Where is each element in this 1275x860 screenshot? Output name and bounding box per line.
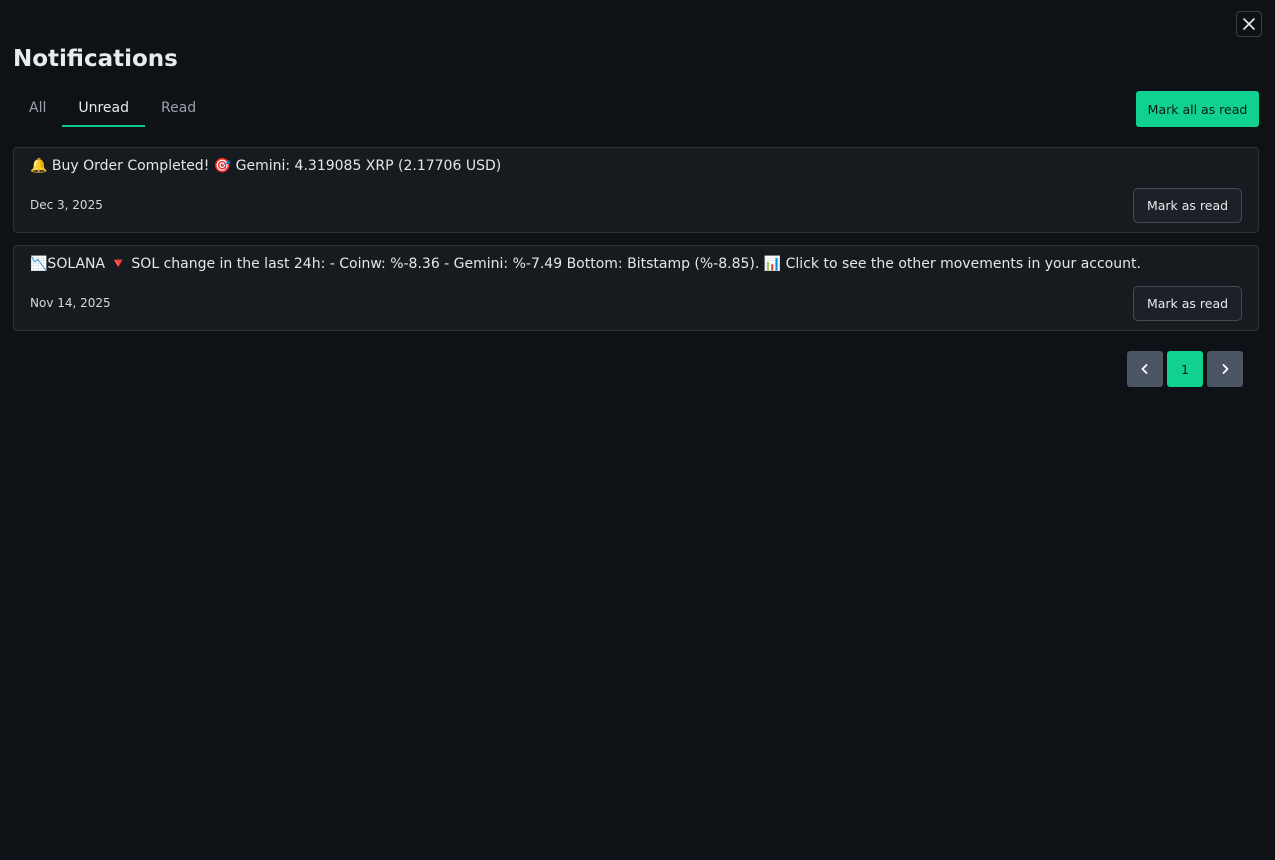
notification-card: 📉SOLANA 🔻 SOL change in the last 24h: - … — [13, 245, 1259, 331]
close-icon — [1243, 18, 1255, 30]
tab-bar: All Unread Read — [13, 90, 212, 128]
tab-unread[interactable]: Unread — [62, 90, 145, 127]
mark-as-read-button[interactable]: Mark as read — [1133, 188, 1242, 223]
chevron-left-icon — [1141, 364, 1148, 374]
notification-message: 🔔 Buy Order Completed! 🎯 Gemini: 4.31908… — [30, 158, 502, 174]
pagination: 1 — [1127, 351, 1243, 387]
previous-page-button[interactable] — [1127, 351, 1163, 387]
notification-message: 📉SOLANA 🔻 SOL change in the last 24h: - … — [30, 256, 1141, 272]
notification-card: 🔔 Buy Order Completed! 🎯 Gemini: 4.31908… — [13, 147, 1259, 233]
tab-read[interactable]: Read — [145, 90, 212, 127]
chevron-right-icon — [1222, 364, 1229, 374]
page-number-button[interactable]: 1 — [1167, 351, 1203, 387]
notification-date: Nov 14, 2025 — [30, 296, 111, 310]
notification-date: Dec 3, 2025 — [30, 198, 103, 212]
mark-all-as-read-button[interactable]: Mark all as read — [1136, 91, 1259, 127]
tab-all[interactable]: All — [13, 90, 62, 127]
close-button[interactable] — [1236, 11, 1262, 37]
mark-as-read-button[interactable]: Mark as read — [1133, 286, 1242, 321]
next-page-button[interactable] — [1207, 351, 1243, 387]
page-title: Notifications — [13, 46, 178, 72]
